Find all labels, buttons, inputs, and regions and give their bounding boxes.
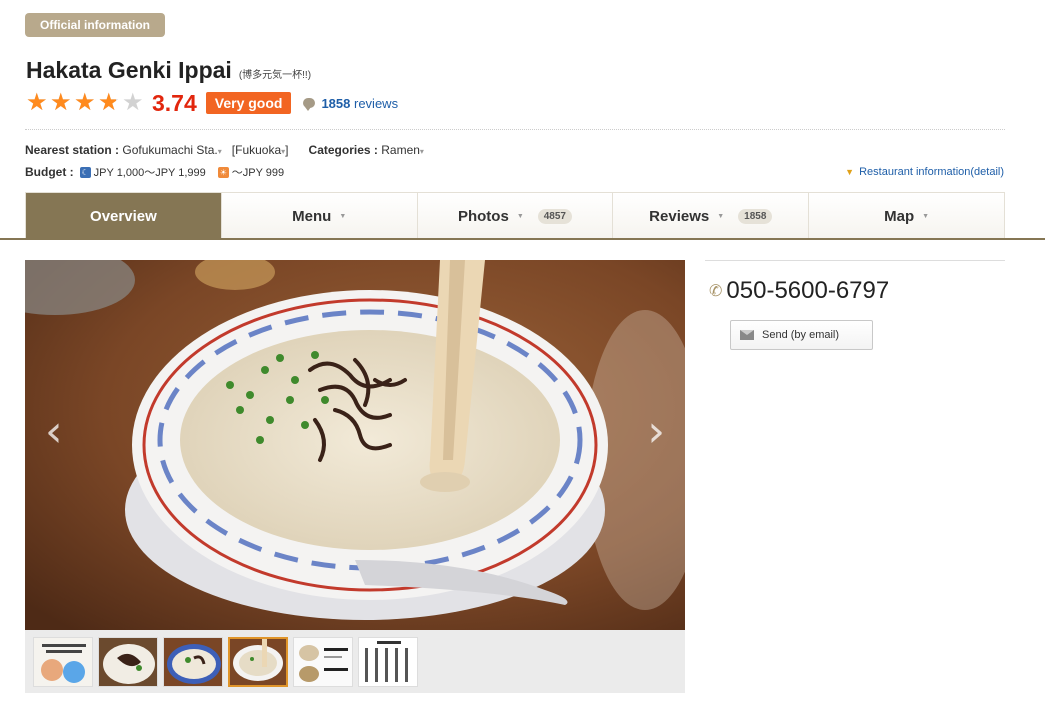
- review-count-badge: 1858: [738, 208, 773, 224]
- tab-photos[interactable]: Photos ▼ 4857: [417, 193, 614, 239]
- star-fill: ★: [74, 91, 96, 115]
- restaurant-title-row: Hakata Genki Ippai (博多元気一杯!!): [26, 57, 311, 84]
- tab-label: Photos: [457, 207, 509, 225]
- budget-dinner: JPY 1,000～JPY 1,999: [93, 167, 206, 179]
- detail-link-label: Restaurant information(detail): [859, 166, 1004, 178]
- ramen-bowl-image: [25, 260, 685, 630]
- tab-overview[interactable]: Overview: [26, 193, 222, 239]
- category-link[interactable]: Ramen: [381, 143, 420, 157]
- station-category-row: Nearest station : Gofukumachi Sta.▾ [Fuk…: [25, 143, 424, 157]
- restaurant-tabs: Overview Menu ▼ Photos ▼ 4857 Reviews ▼ …: [25, 192, 1005, 239]
- chevron-down-icon: ▼: [845, 167, 855, 177]
- star-fill: ★: [26, 91, 48, 115]
- mail-icon: [740, 330, 754, 340]
- prev-photo-arrow-icon[interactable]: ‹: [45, 410, 63, 454]
- send-email-label: Send (by email): [762, 329, 840, 341]
- thumbnail[interactable]: [293, 636, 353, 687]
- phone-icon: ✆: [709, 283, 723, 300]
- star-icon: ★★: [74, 91, 98, 115]
- star-icon: ★★: [50, 91, 74, 115]
- station-link[interactable]: Gofukumachi Sta.: [122, 143, 217, 157]
- next-photo-arrow-icon[interactable]: ›: [647, 410, 665, 454]
- thumbnail[interactable]: [163, 636, 223, 687]
- tab-label: Overview: [90, 207, 157, 225]
- chevron-down-icon: ▾: [217, 147, 222, 156]
- tab-reviews[interactable]: Reviews ▼ 1858: [613, 193, 810, 239]
- star-icon: ★★: [26, 91, 50, 115]
- tab-menu[interactable]: Menu ▼: [221, 193, 418, 239]
- rating-row: ★★★★★★★★★★ 3.74 Very good 1858 reviews: [26, 89, 398, 117]
- tab-map[interactable]: Map ▼: [809, 193, 1004, 239]
- grade-badge: Very good: [205, 92, 292, 114]
- budget-row: Budget : ☾ JPY 1,000～JPY 1,999 ☀ ～JPY 99…: [25, 164, 284, 180]
- sun-icon: ☀: [217, 166, 229, 178]
- phone-number[interactable]: 050-5600-6797: [726, 277, 889, 305]
- tab-label: Reviews: [649, 207, 710, 225]
- star-icon: ★★: [98, 89, 120, 116]
- restaurant-detail-link[interactable]: ▼ Restaurant information(detail): [845, 166, 1004, 178]
- area-bracket-close: ]: [285, 143, 289, 157]
- chevron-down-icon: ▼: [922, 212, 930, 220]
- restaurant-name-jp: (博多元気一杯!!): [238, 70, 312, 81]
- restaurant-name: Hakata Genki Ippai: [26, 57, 232, 83]
- area-link[interactable]: [Fukuoka: [232, 143, 281, 157]
- review-count-link[interactable]: 1858 reviews: [321, 96, 398, 111]
- thumbnail[interactable]: [33, 636, 93, 687]
- rating-stars: ★★★★★★★★★★: [26, 91, 146, 115]
- chevron-down-icon: ▼: [516, 212, 524, 220]
- budget-lunch: ～JPY 999: [231, 167, 285, 179]
- moon-icon: ☾: [79, 166, 91, 178]
- station-label: Nearest station :: [25, 143, 120, 157]
- star-fill: ★: [50, 91, 72, 115]
- tab-underline: [0, 238, 1045, 240]
- review-count-suffix: reviews: [354, 95, 399, 111]
- chevron-down-icon: ▼: [717, 212, 725, 220]
- chevron-down-icon: ▼: [339, 212, 347, 220]
- send-email-button[interactable]: Send (by email): [730, 320, 873, 350]
- categories-label: Categories :: [308, 143, 378, 157]
- thumbnail[interactable]: [98, 636, 158, 687]
- photo-count-badge: 4857: [537, 208, 572, 224]
- tab-label: Map: [884, 207, 915, 225]
- star-fill: ★: [98, 91, 116, 115]
- phone-row: ✆ 050-5600-6797: [709, 277, 889, 305]
- official-info-badge: Official information: [25, 13, 165, 37]
- divider: [25, 129, 1005, 130]
- star-icon: ★★: [122, 89, 144, 116]
- thumbnail[interactable]: [358, 636, 418, 687]
- budget-label: Budget :: [25, 165, 74, 179]
- thumbnail-strip: [25, 630, 685, 693]
- main-photo[interactable]: ‹ ›: [25, 260, 685, 630]
- contact-divider: [705, 260, 1005, 261]
- thumbnail-active[interactable]: [228, 636, 288, 687]
- rating-score: 3.74: [152, 89, 197, 116]
- speech-bubble-icon: [303, 98, 316, 111]
- chevron-down-icon: ▾: [419, 147, 424, 156]
- tab-label: Menu: [292, 207, 332, 225]
- review-count-number: 1858: [321, 95, 351, 111]
